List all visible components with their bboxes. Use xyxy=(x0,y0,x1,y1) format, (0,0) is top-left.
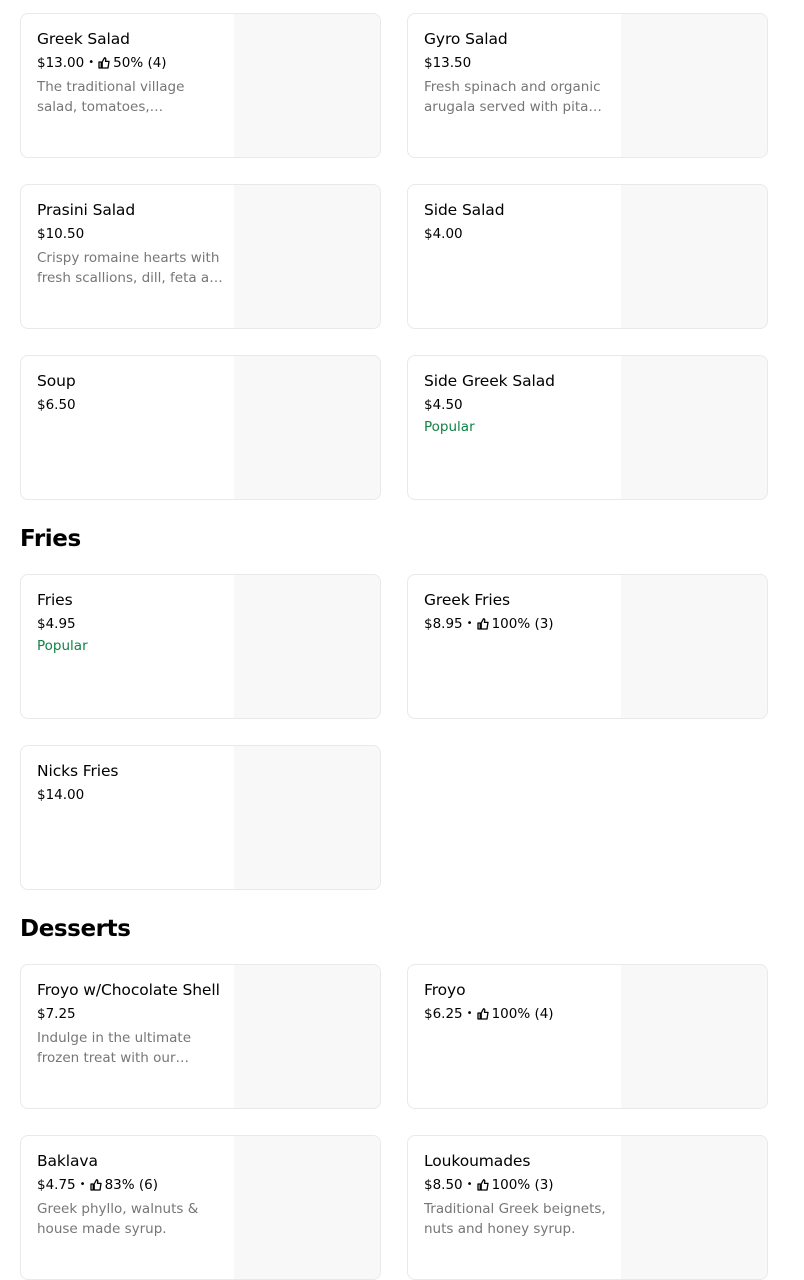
item-price: $6.50 xyxy=(37,397,76,413)
popular-badge: Popular xyxy=(424,419,475,435)
thumbs-up-icon xyxy=(89,1179,102,1191)
item-name: Fries xyxy=(37,591,73,609)
item-description: Crispy romaine hearts with fresh scallio… xyxy=(37,250,227,286)
item-description: Fresh spinach and organic arugala served… xyxy=(424,79,601,115)
item-image-placeholder xyxy=(621,14,767,157)
item-price: $10.50 xyxy=(37,226,85,242)
menu-item-card[interactable]: Froyo w/Chocolate Shell $7.25 Indulge in… xyxy=(20,964,381,1109)
item-name: Froyo xyxy=(424,981,466,999)
menu-item-card[interactable]: Greek Salad $13.00 • 50% (4) The traditi… xyxy=(20,13,381,158)
item-meta: $4.00 xyxy=(424,225,614,243)
item-meta: $8.50 • 100% (3) xyxy=(424,1176,614,1194)
separator-dot: • xyxy=(79,1179,86,1190)
separator-dot: • xyxy=(466,1179,473,1190)
item-image-placeholder xyxy=(234,356,380,499)
item-price: $13.00 xyxy=(37,55,85,71)
item-name: Baklava xyxy=(37,1152,98,1170)
item-name: Prasini Salad xyxy=(37,201,136,219)
item-description: Greek phyllo, walnuts & house made syrup… xyxy=(37,1201,199,1237)
separator-dot: • xyxy=(466,1008,473,1019)
item-price: $8.95 xyxy=(424,616,463,632)
item-meta: $4.75 • 83% (6) xyxy=(37,1176,227,1194)
menu-item-card[interactable]: Loukoumades $8.50 • 100% (3) Traditional… xyxy=(407,1135,768,1280)
item-price: $14.00 xyxy=(37,787,85,803)
item-rating: 100% (3) xyxy=(491,616,554,632)
item-name: Greek Salad xyxy=(37,30,130,48)
menu-item-card[interactable]: Prasini Salad $10.50 Crispy romaine hear… xyxy=(20,184,381,329)
menu-item-card[interactable]: Nicks Fries $14.00 xyxy=(20,745,381,890)
item-image-placeholder xyxy=(234,965,380,1108)
item-meta: $4.95 xyxy=(37,615,227,633)
thumbs-up-icon xyxy=(476,1179,489,1191)
item-image-placeholder xyxy=(621,1136,767,1279)
item-price: $7.25 xyxy=(37,1006,76,1022)
item-price: $4.95 xyxy=(37,616,76,632)
item-meta: $8.95 • 100% (3) xyxy=(424,615,614,633)
menu-item-card[interactable]: Froyo $6.25 • 100% (4) xyxy=(407,964,768,1109)
item-name: Side Greek Salad xyxy=(424,372,555,390)
section-title-fries: Fries xyxy=(20,526,81,552)
item-rating: 50% (4) xyxy=(113,55,167,71)
item-name: Side Salad xyxy=(424,201,505,219)
item-image-placeholder xyxy=(234,14,380,157)
item-image-placeholder xyxy=(234,1136,380,1279)
menu-item-card[interactable]: Gyro Salad $13.50 Fresh spinach and orga… xyxy=(407,13,768,158)
item-rating: 100% (4) xyxy=(491,1006,554,1022)
menu-item-card[interactable]: Side Salad $4.00 xyxy=(407,184,768,329)
item-meta: $4.50 xyxy=(424,396,614,414)
item-name: Nicks Fries xyxy=(37,762,119,780)
popular-badge: Popular xyxy=(37,638,88,654)
menu-item-card[interactable]: Soup $6.50 xyxy=(20,355,381,500)
item-rating: 100% (3) xyxy=(491,1177,554,1193)
item-name: Greek Fries xyxy=(424,591,510,609)
menu-item-card[interactable]: Greek Fries $8.95 • 100% (3) xyxy=(407,574,768,719)
item-price: $6.25 xyxy=(424,1006,463,1022)
item-meta: $13.00 • 50% (4) xyxy=(37,54,227,72)
item-image-placeholder xyxy=(621,965,767,1108)
section-title-desserts: Desserts xyxy=(20,916,131,942)
item-name: Soup xyxy=(37,372,76,390)
item-description: Traditional Greek beignets, nuts and hon… xyxy=(424,1201,606,1237)
item-description: Indulge in the ultimate frozen treat wit… xyxy=(37,1030,191,1066)
item-meta: $13.50 xyxy=(424,54,614,72)
item-description: The traditional village salad, tomatoes,… xyxy=(37,79,185,115)
item-price: $4.75 xyxy=(37,1177,76,1193)
item-image-placeholder xyxy=(234,746,380,889)
item-image-placeholder xyxy=(621,575,767,718)
item-meta: $14.00 xyxy=(37,786,227,804)
menu-item-card[interactable]: Fries $4.95 Popular xyxy=(20,574,381,719)
separator-dot: • xyxy=(466,618,473,629)
item-meta: $6.50 xyxy=(37,396,227,414)
item-rating: 83% (6) xyxy=(104,1177,158,1193)
thumbs-up-icon xyxy=(476,1008,489,1020)
item-price: $4.00 xyxy=(424,226,463,242)
item-meta: $10.50 xyxy=(37,225,227,243)
item-name: Loukoumades xyxy=(424,1152,531,1170)
item-name: Gyro Salad xyxy=(424,30,508,48)
menu-item-card[interactable]: Baklava $4.75 • 83% (6) Greek phyllo, wa… xyxy=(20,1135,381,1280)
item-image-placeholder xyxy=(234,185,380,328)
menu-item-card[interactable]: Side Greek Salad $4.50 Popular xyxy=(407,355,768,500)
item-price: $13.50 xyxy=(424,55,472,71)
item-image-placeholder xyxy=(234,575,380,718)
item-price: $4.50 xyxy=(424,397,463,413)
item-meta: $6.25 • 100% (4) xyxy=(424,1005,614,1023)
item-name: Froyo w/Chocolate Shell xyxy=(37,981,220,999)
item-image-placeholder xyxy=(621,185,767,328)
separator-dot: • xyxy=(88,57,95,68)
thumbs-up-icon xyxy=(476,618,489,630)
item-image-placeholder xyxy=(621,356,767,499)
item-meta: $7.25 xyxy=(37,1005,227,1023)
thumbs-up-icon xyxy=(98,57,110,69)
item-price: $8.50 xyxy=(424,1177,463,1193)
